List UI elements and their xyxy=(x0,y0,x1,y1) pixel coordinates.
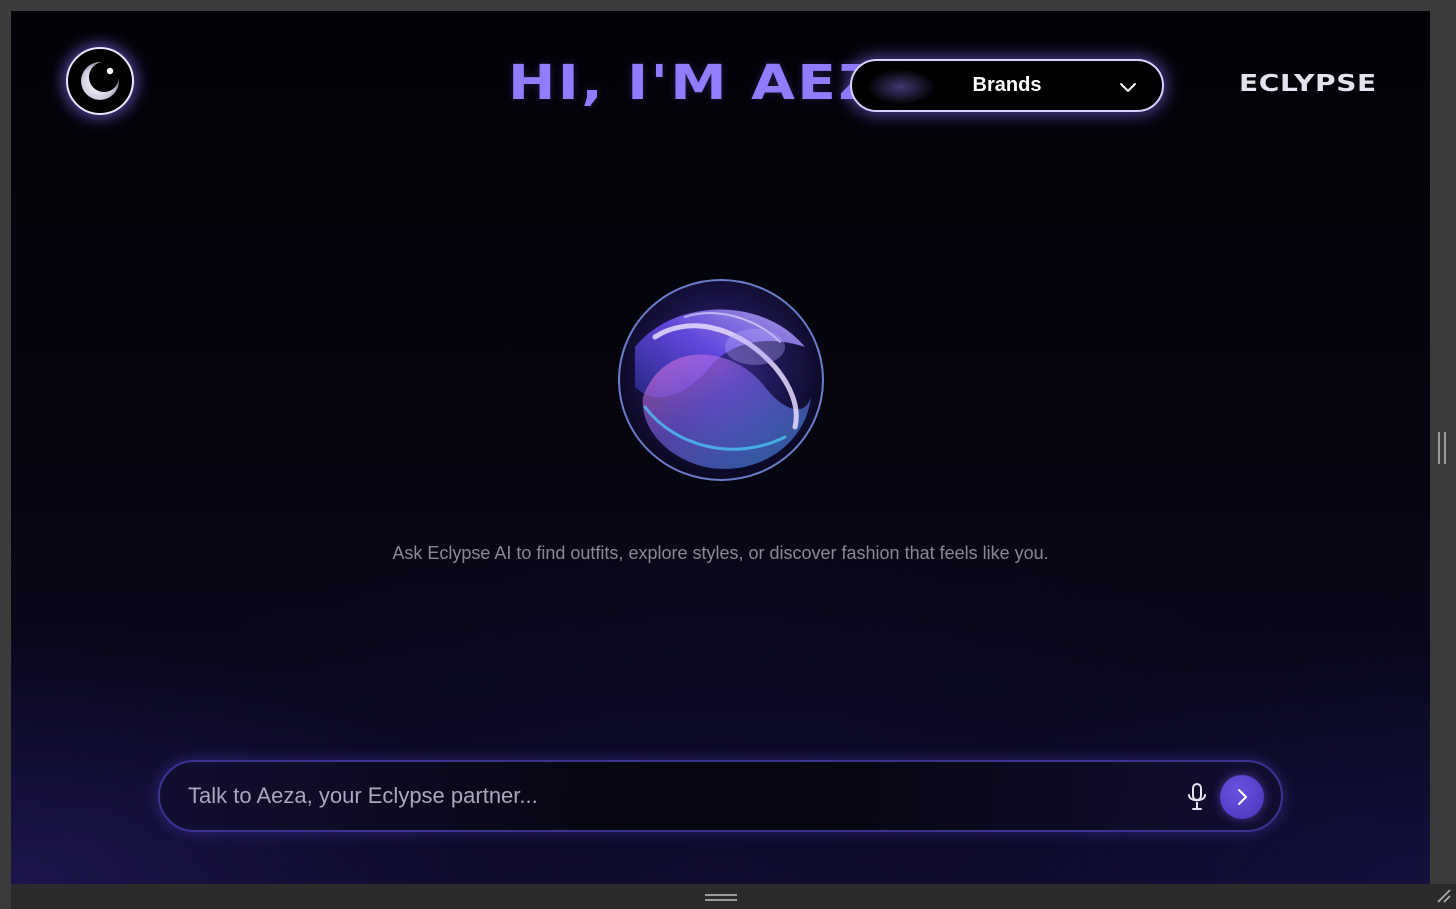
microphone-icon[interactable] xyxy=(1184,782,1210,812)
chat-input[interactable] xyxy=(188,776,1148,816)
vertical-resize-handle[interactable] xyxy=(1438,432,1446,464)
chevron-down-icon xyxy=(1120,83,1136,92)
resize-corner-icon[interactable] xyxy=(1434,886,1452,904)
chevron-right-icon xyxy=(1238,789,1247,805)
eclipse-logo-icon[interactable] xyxy=(66,47,134,115)
app-frame: HI, I'M AEZA Brands ECLYPSE Ask Eclypse … xyxy=(0,0,1456,909)
chat-bar xyxy=(158,760,1283,832)
page-viewport: HI, I'M AEZA Brands ECLYPSE Ask Eclypse … xyxy=(11,11,1430,884)
ai-orb-icon xyxy=(618,279,824,481)
brands-dropdown[interactable]: Brands xyxy=(850,59,1164,112)
dropdown-blur-overlay xyxy=(866,69,936,105)
tagline-text: Ask Eclypse AI to find outfits, explore … xyxy=(392,543,1049,563)
send-button[interactable] xyxy=(1220,775,1264,819)
dropdown-selected-label: Brands xyxy=(972,74,1042,96)
eclipse-moon-icon xyxy=(81,62,119,100)
horizontal-resize-handle[interactable] xyxy=(705,894,737,901)
brand-wordmark[interactable]: ECLYPSE xyxy=(1239,71,1377,97)
